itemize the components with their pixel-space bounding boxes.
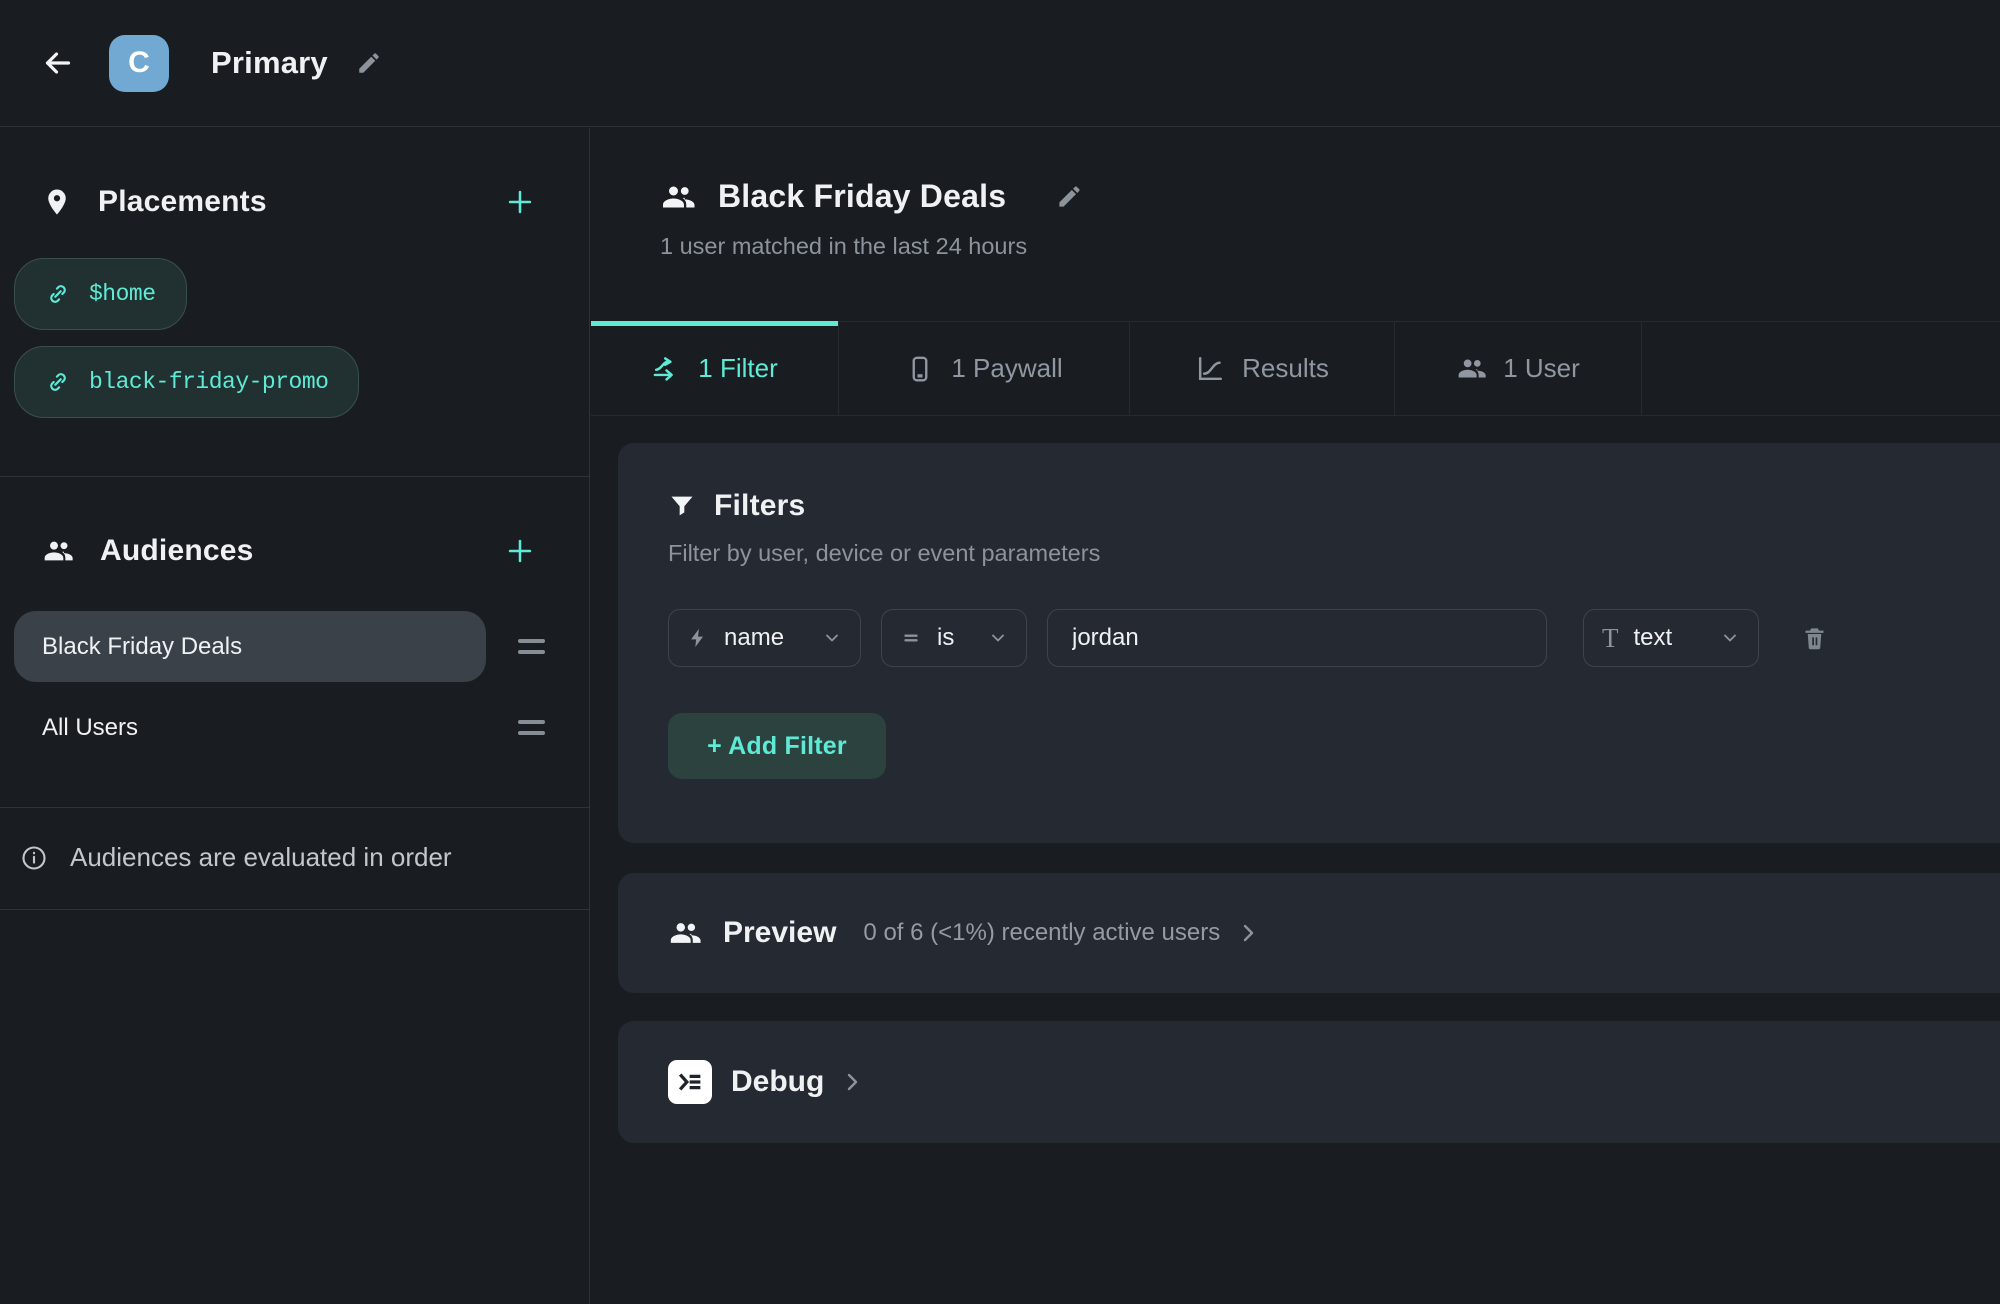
preview-title: Preview [723, 916, 836, 950]
placement-chip-black-friday-promo[interactable]: black-friday-promo [14, 346, 359, 418]
filters-card-header: Filters [668, 489, 2000, 523]
placements-section-header: Placements [42, 180, 537, 224]
note-text: Audiences are evaluated in order [70, 842, 452, 873]
filters-card: Filters Filter by user, device or event … [618, 443, 2000, 843]
audience-header: Black Friday Deals [660, 178, 2000, 215]
debug-card[interactable]: Debug [618, 1021, 2000, 1143]
tab-label: 1 Paywall [951, 353, 1062, 384]
audience-item[interactable]: All Users [14, 692, 486, 763]
placement-list: $home black-friday-promo [0, 224, 589, 418]
sidebar-divider [0, 476, 589, 477]
edit-title-icon[interactable] [356, 50, 382, 76]
terminal-icon [668, 1060, 712, 1104]
chevron-down-icon [1720, 628, 1740, 648]
info-icon [20, 844, 48, 872]
drag-handle-icon[interactable] [518, 639, 545, 654]
tab-results[interactable]: Results [1130, 322, 1395, 415]
funnel-icon [668, 492, 696, 520]
sidebar-divider [0, 807, 589, 808]
users-icon [660, 179, 696, 215]
audiences-order-note: Audiences are evaluated in order [20, 842, 545, 873]
chevron-right-icon [1236, 921, 1260, 945]
users-icon [668, 916, 702, 950]
tab-filter[interactable]: 1 Filter [591, 322, 839, 415]
preview-card[interactable]: Preview 0 of 6 (<1%) recently active use… [618, 873, 2000, 993]
filter-row: name is T text [668, 609, 2000, 667]
audiences-title: Audiences [100, 534, 254, 568]
audience-item-selected[interactable]: Black Friday Deals [14, 611, 486, 682]
audience-row-black-friday-deals[interactable]: Black Friday Deals [14, 611, 545, 682]
chart-line-icon [1195, 353, 1226, 384]
add-placement-button[interactable] [503, 185, 537, 219]
add-audience-button[interactable] [503, 534, 537, 568]
audience-row-all-users[interactable]: All Users [14, 692, 545, 763]
phone-icon [905, 354, 935, 384]
chevron-down-icon [988, 628, 1008, 648]
avatar-letter: C [128, 46, 150, 80]
tab-label: Results [1242, 353, 1329, 384]
audience-label: Black Friday Deals [42, 633, 242, 661]
edit-audience-name-icon[interactable] [1056, 183, 1083, 210]
location-pin-icon [42, 187, 72, 217]
sidebar-divider [0, 909, 589, 910]
property-dropdown[interactable]: name [668, 609, 861, 667]
filters-title: Filters [714, 489, 805, 523]
operator-value: is [937, 624, 954, 652]
matched-users-subtitle: 1 user matched in the last 24 hours [660, 233, 2000, 260]
audiences-section-header: Audiences [42, 529, 537, 573]
placement-chip-label: $home [89, 281, 156, 307]
delete-filter-icon[interactable] [1801, 625, 1828, 652]
link-icon [45, 369, 71, 395]
add-filter-button[interactable]: + Add Filter [668, 713, 886, 779]
placement-chip-label: black-friday-promo [89, 369, 328, 395]
type-dropdown[interactable]: T text [1583, 609, 1759, 667]
placements-title: Placements [98, 185, 267, 219]
link-icon [45, 281, 71, 307]
users-icon [42, 535, 74, 567]
users-icon [1456, 353, 1487, 384]
tab-bar: 1 Filter 1 Paywall Results 1 User [591, 321, 2000, 416]
add-filter-label: + Add Filter [707, 732, 847, 761]
top-bar: C Primary [0, 0, 2000, 127]
avatar[interactable]: C [109, 35, 169, 92]
drag-handle-icon[interactable] [518, 720, 545, 735]
chevron-down-icon [822, 628, 842, 648]
chevron-right-icon [840, 1070, 864, 1094]
text-type-icon: T [1602, 625, 1619, 652]
debug-title: Debug [731, 1065, 824, 1099]
type-value: text [1634, 624, 1673, 652]
lightning-icon [687, 627, 709, 649]
preview-stat: 0 of 6 (<1%) recently active users [863, 919, 1220, 947]
audience-label: All Users [42, 714, 138, 742]
back-arrow-icon[interactable] [40, 45, 76, 81]
equals-icon [900, 627, 922, 649]
sidebar: Placements $home black-friday-promo Audi… [0, 128, 590, 1304]
tab-label: 1 Filter [698, 353, 777, 384]
tab-user[interactable]: 1 User [1395, 322, 1642, 415]
audience-title: Black Friday Deals [718, 178, 1006, 215]
page-title: Primary [211, 45, 328, 81]
tab-paywall[interactable]: 1 Paywall [839, 322, 1130, 415]
branch-arrows-icon [651, 353, 682, 384]
filters-subtitle: Filter by user, device or event paramete… [668, 540, 2000, 567]
main-content: Black Friday Deals 1 user matched in the… [591, 128, 2000, 1304]
filter-value-input[interactable] [1047, 609, 1547, 667]
property-value: name [724, 624, 784, 652]
operator-dropdown[interactable]: is [881, 609, 1027, 667]
placement-chip-home[interactable]: $home [14, 258, 187, 330]
tab-label: 1 User [1503, 353, 1580, 384]
